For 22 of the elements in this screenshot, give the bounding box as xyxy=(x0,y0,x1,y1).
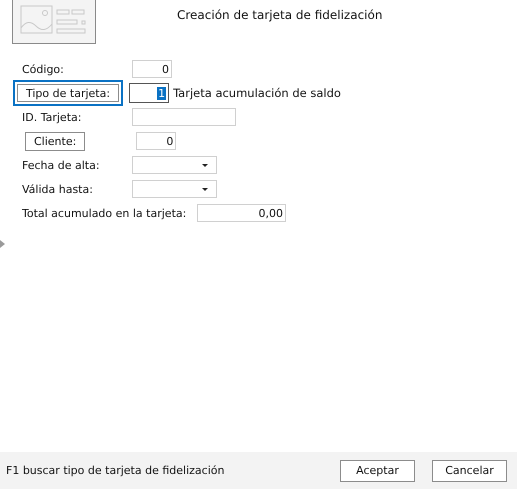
input-field[interactable] xyxy=(132,108,236,126)
status-hint: F1 buscar tipo de tarjeta de fidelización xyxy=(6,464,226,477)
dialog-button[interactable]: Cancelar xyxy=(432,460,507,482)
field-button[interactable]: Cliente: xyxy=(25,132,86,150)
input-field[interactable]: 0 xyxy=(136,132,176,150)
caret-icon xyxy=(202,164,208,166)
date-dropdown[interactable] xyxy=(132,180,217,198)
caret-icon xyxy=(202,188,208,190)
dialog-button[interactable]: Aceptar xyxy=(340,460,415,482)
field-label: Código: xyxy=(22,62,65,76)
field-label: ID. Tarjeta: xyxy=(22,110,82,124)
input-field[interactable]: 0 xyxy=(132,60,172,78)
image-placeholder-icon xyxy=(12,0,96,44)
arrow-icon xyxy=(0,240,5,248)
field-label: Válida hasta: xyxy=(22,182,94,196)
field-label: Fecha de alta: xyxy=(22,158,101,172)
field-description: Tarjeta acumulación de saldo xyxy=(173,86,341,100)
dialog-title: Creación de tarjeta de fidelización xyxy=(177,8,382,22)
field-label: Total acumulado en la tarjeta: xyxy=(22,206,188,220)
input-field[interactable]: 0,00 xyxy=(197,204,286,222)
date-dropdown[interactable] xyxy=(132,156,217,174)
input-field[interactable]: 1 xyxy=(129,83,170,103)
